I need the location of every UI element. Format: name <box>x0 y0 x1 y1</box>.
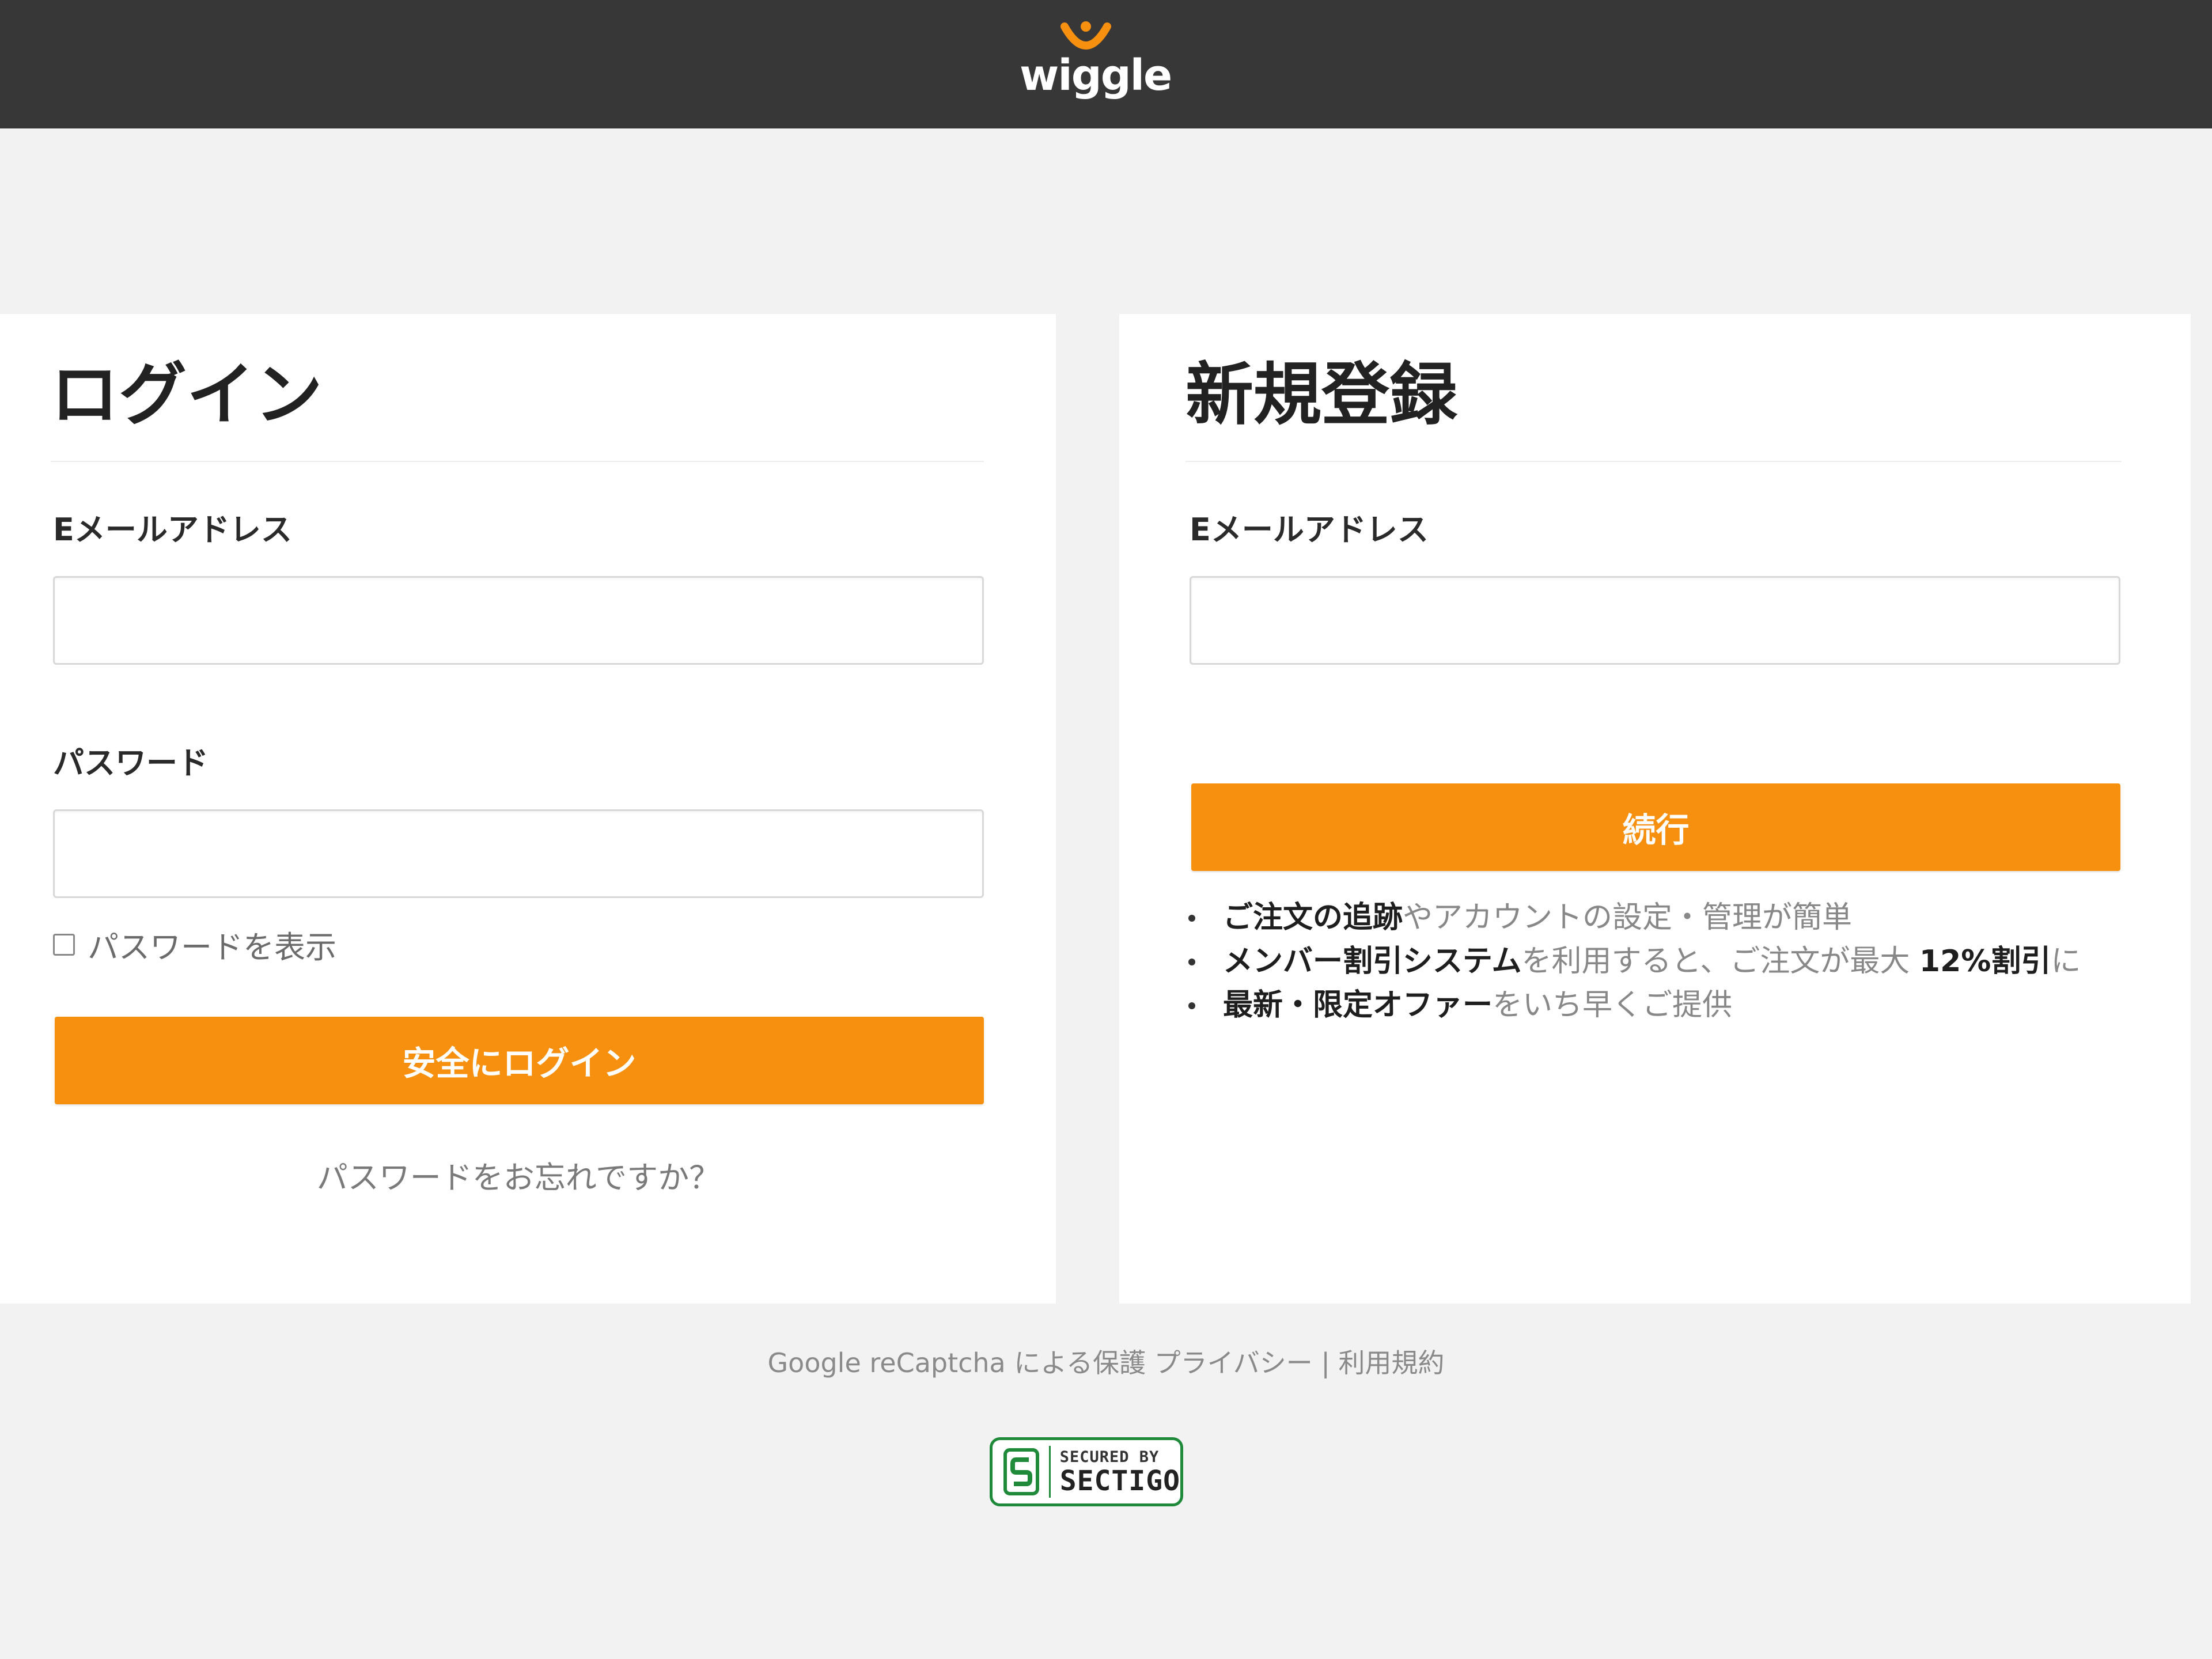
top-bar: wiggle <box>0 0 2212 128</box>
benefit-text-end: に <box>2051 944 2081 979</box>
login-divider <box>51 461 984 462</box>
benefit-strong: メンバー割引システム <box>1223 944 1522 979</box>
wiggle-logo[interactable]: wiggle <box>1020 18 1172 105</box>
benefit-text: やアカウントの設定・管理が簡単 <box>1403 900 1853 935</box>
privacy-link[interactable]: プライバシー <box>1154 1347 1313 1378</box>
logo-text: wiggle <box>1020 51 1172 100</box>
register-email-label: Eメールアドレス <box>1190 512 1429 548</box>
terms-link[interactable]: 利用規約 <box>1338 1347 1444 1378</box>
benefit-discount: 12%割引 <box>1919 944 2051 979</box>
forgot-password-link[interactable]: パスワードをお忘れですか？ <box>53 1152 984 1198</box>
login-title: ログイン <box>51 355 323 434</box>
benefit-strong: ご注文の追跡 <box>1223 900 1403 935</box>
sectigo-badge[interactable]: SECURED BY SECTIGO <box>990 1437 1183 1506</box>
register-panel: 新規登録 Eメールアドレス 続行 ご注文の追跡やアカウントの設定・管理が簡単 メ… <box>1119 314 2191 1304</box>
register-title: 新規登録 <box>1185 355 1458 434</box>
benefit-item: メンバー割引システムを利用すると、ご注文が最大 12%割引に <box>1188 940 2168 983</box>
benefit-strong: 最新・限定オファー <box>1223 988 1493 1022</box>
register-email-input[interactable] <box>1190 576 2120 665</box>
benefits-list: ご注文の追跡やアカウントの設定・管理が簡単 メンバー割引システムを利用すると、ご… <box>1188 896 2168 1027</box>
benefit-item: 最新・限定オファーをいち早くご提供 <box>1188 983 2168 1027</box>
sectigo-name: SECTIGO <box>1059 1464 1180 1497</box>
show-password-checkbox[interactable] <box>53 933 75 956</box>
benefit-text: をいち早くご提供 <box>1493 988 1733 1022</box>
benefit-text: を利用すると、ご注文が最大 <box>1521 944 1919 979</box>
login-password-input[interactable] <box>53 809 984 898</box>
footer-separator: | <box>1321 1347 1330 1378</box>
show-password-toggle[interactable]: パスワードを表示 <box>53 922 336 967</box>
sectigo-secured-by: SECURED BY <box>1059 1448 1160 1466</box>
show-password-label: パスワードを表示 <box>88 929 336 965</box>
login-password-label: パスワード <box>53 745 209 781</box>
recaptcha-text: Google reCaptcha による保護 <box>767 1347 1146 1378</box>
benefit-item: ご注文の追跡やアカウントの設定・管理が簡単 <box>1188 896 2168 940</box>
sectigo-shield-icon <box>1002 1446 1051 1498</box>
continue-button[interactable]: 続行 <box>1191 783 2120 871</box>
register-divider <box>1185 461 2122 462</box>
login-panel: ログイン Eメールアドレス パスワード パスワードを表示 安全にログイン パスワ… <box>0 314 1056 1304</box>
secure-login-button[interactable]: 安全にログイン <box>55 1017 984 1104</box>
footer-links: Google reCaptcha による保護 プライバシー | 利用規約 <box>0 1342 2212 1380</box>
login-email-label: Eメールアドレス <box>53 512 292 548</box>
login-email-input[interactable] <box>53 576 984 665</box>
